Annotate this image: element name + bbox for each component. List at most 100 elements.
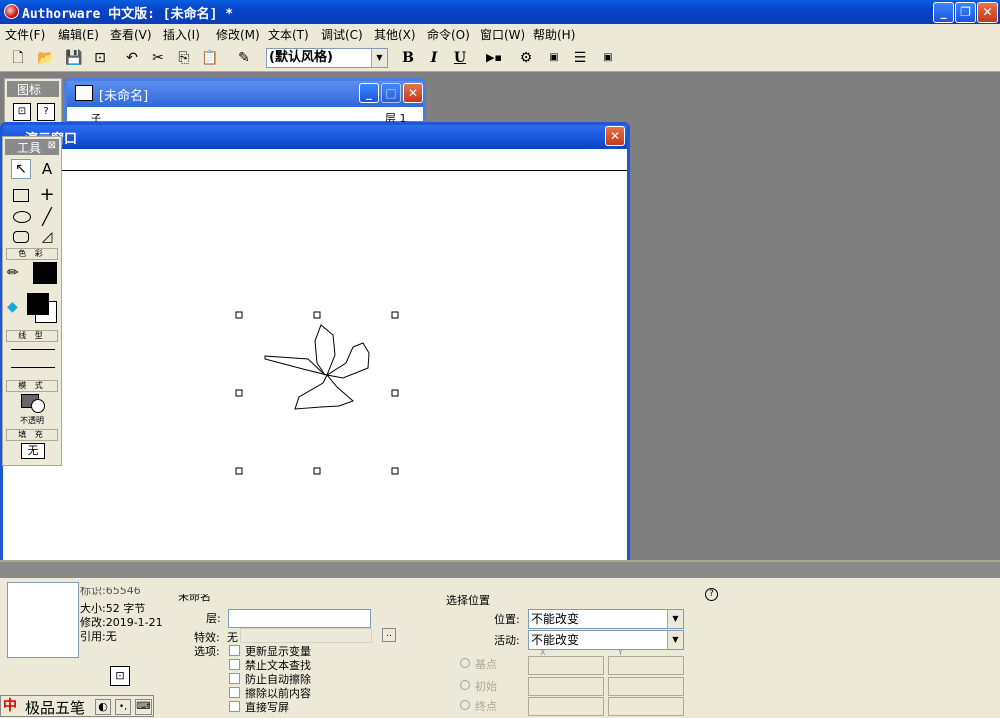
ime-name[interactable]: 极品五笔 <box>25 697 85 718</box>
polygon-tool[interactable]: ◿ <box>37 227 57 247</box>
option-direct-write-checkbox[interactable] <box>229 701 240 712</box>
close-button[interactable]: ✕ <box>977 2 998 23</box>
freehand-drawing <box>264 324 370 410</box>
close-icon[interactable]: ⊠ <box>48 140 56 151</box>
menu-debug[interactable]: 调试(C) <box>321 26 363 43</box>
save-all-icon[interactable]: 💾 <box>64 48 84 68</box>
undo-icon[interactable]: ↶ <box>122 48 142 68</box>
radio-initial[interactable] <box>460 680 470 690</box>
minimize-button[interactable]: _ <box>933 2 954 23</box>
knowledge-objects-icon[interactable]: ▣ <box>598 48 618 68</box>
rounded-rect-tool[interactable] <box>13 231 29 243</box>
moon-icon[interactable]: ◐ <box>95 699 111 715</box>
chevron-down-icon[interactable]: ▼ <box>371 49 387 67</box>
restore-button[interactable]: ❐ <box>955 2 976 23</box>
variables-icon[interactable]: ☰ <box>570 48 590 68</box>
menu-edit[interactable]: 编辑(E) <box>58 26 99 43</box>
menu-text[interactable]: 文本(T) <box>268 26 309 43</box>
line-tool[interactable]: ╱ <box>37 207 57 227</box>
radio-end[interactable] <box>460 700 470 710</box>
flowline-window-titlebar: [未命名] _ □ ✕ <box>67 81 423 107</box>
flowline-window-title: [未命名] <box>99 89 149 104</box>
app-icon <box>4 4 19 19</box>
selection-handle <box>313 311 321 319</box>
layer-label: 层: <box>206 612 221 625</box>
new-file-icon[interactable]: 🗋 <box>8 48 28 68</box>
option-no-find-checkbox[interactable] <box>229 659 240 670</box>
cut-icon[interactable]: ✂ <box>148 48 168 68</box>
functions-icon[interactable]: ▣ <box>544 48 564 68</box>
pointer-tool[interactable]: ↖ <box>11 159 31 179</box>
find-icon[interactable]: ✎ <box>234 48 254 68</box>
line-style-thin[interactable] <box>11 349 55 350</box>
option-erase-previous-checkbox[interactable] <box>229 687 240 698</box>
line-style-normal[interactable] <box>11 367 55 368</box>
info-id: 标识:65546 <box>80 584 141 597</box>
menu-insert[interactable]: 插入(I) <box>163 26 200 43</box>
run-icon[interactable]: ▶▪ <box>484 48 504 68</box>
italic-button[interactable]: I <box>424 48 444 68</box>
activity-select-value: 不能改变 <box>531 633 580 647</box>
option-update-checkbox[interactable] <box>229 645 240 656</box>
flowline-minimize-button[interactable]: _ <box>359 83 379 103</box>
ime-logo-icon[interactable]: 中 <box>3 698 20 715</box>
icon-name: 未命名 <box>178 590 211 603</box>
ellipse-tool[interactable] <box>13 211 31 223</box>
presentation-close-button[interactable]: ✕ <box>605 126 625 146</box>
drawing-canvas[interactable] <box>3 172 627 593</box>
menu-modify[interactable]: 修改(M) <box>216 26 260 43</box>
activity-label: 活动: <box>494 634 520 647</box>
selection-handle <box>313 467 321 475</box>
activity-select[interactable]: 不能改变 ▼ <box>528 630 684 650</box>
menu-help[interactable]: 帮助(H) <box>533 26 575 43</box>
question-icon[interactable]: ? <box>37 103 55 121</box>
position-select[interactable]: 不能改变 ▼ <box>528 609 684 629</box>
chevron-down-icon[interactable]: ▼ <box>667 631 683 649</box>
control-panel-icon[interactable]: ⚙ <box>516 48 536 68</box>
flowline-maximize-button[interactable]: □ <box>381 83 401 103</box>
style-select[interactable]: (默认风格) ▼ <box>266 48 388 68</box>
rectangle-tool[interactable] <box>13 189 29 202</box>
menubar: 文件(F) 编辑(E) 查看(V) 插入(I) 修改(M) 文本(T) 调试(C… <box>0 24 1000 44</box>
app-titlebar: Authorware 中文版: [未命名] * _ ❐ ✕ <box>0 0 1000 24</box>
keyboard-icon[interactable]: ⌨ <box>135 699 152 715</box>
help-icon[interactable]: ? <box>705 588 718 601</box>
copy-icon[interactable]: ⎘ <box>174 48 194 68</box>
effect-button[interactable]: .. <box>382 628 396 642</box>
mode-label: 不透明 <box>20 416 44 425</box>
display-icon[interactable]: ⊡ <box>13 103 31 121</box>
import-icon[interactable]: ⊡ <box>90 48 110 68</box>
position-label: 位置: <box>494 613 520 626</box>
position-section-label: 选择位置 <box>446 594 490 607</box>
punctuation-icon[interactable]: •, <box>115 699 131 715</box>
menu-command[interactable]: 命令(O) <box>427 26 470 43</box>
initial-x-field <box>528 677 604 696</box>
radio-base[interactable] <box>460 658 470 668</box>
style-select-value: (默认风格) <box>269 50 333 65</box>
display-icon[interactable]: ⊡ <box>110 666 130 686</box>
layer-input[interactable] <box>228 609 371 628</box>
fill-value[interactable]: 无 <box>21 443 45 459</box>
selection-handle <box>391 467 399 475</box>
paste-icon[interactable]: 📋 <box>200 48 220 68</box>
end-y-field <box>608 697 684 716</box>
flowline-close-button[interactable]: ✕ <box>403 83 423 103</box>
open-file-icon[interactable]: 📂 <box>36 48 56 68</box>
menu-other[interactable]: 其他(X) <box>374 26 416 43</box>
mode-section: 模 式 <box>6 380 58 392</box>
color-section: 色 彩 <box>6 248 58 260</box>
menu-view[interactable]: 查看(V) <box>110 26 152 43</box>
option-prevent-erase-checkbox[interactable] <box>229 673 240 684</box>
option-direct-write-label: 直接写屏 <box>245 701 289 714</box>
crosshair-tool[interactable]: + <box>37 185 57 205</box>
options-label: 选项: <box>194 645 220 658</box>
underline-button[interactable]: U <box>450 48 470 68</box>
menu-window[interactable]: 窗口(W) <box>480 26 525 43</box>
radio-base-label: 基点 <box>475 658 497 671</box>
line-color-swatch[interactable] <box>33 262 57 284</box>
chevron-down-icon[interactable]: ▼ <box>667 610 683 628</box>
foreground-color-swatch[interactable] <box>27 293 49 315</box>
bold-button[interactable]: B <box>398 48 418 68</box>
menu-file[interactable]: 文件(F) <box>5 26 45 43</box>
text-tool[interactable]: A <box>37 159 57 179</box>
